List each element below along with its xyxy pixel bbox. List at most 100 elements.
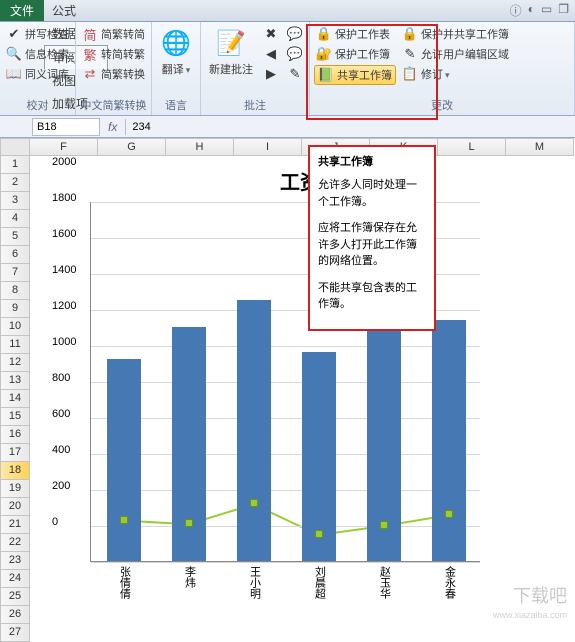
x-tick: 王小明 (243, 566, 263, 599)
col-header[interactable]: H (166, 138, 234, 156)
x-tick: 刘晨超 (308, 566, 328, 599)
line-marker (250, 499, 258, 507)
spellcheck-icon: ✔ (6, 26, 22, 42)
show-comment-button[interactable]: 💬 (285, 25, 305, 43)
row-header[interactable]: 23 (0, 552, 30, 570)
share-workbook-tooltip: 共享工作簿 允许多人同时处理一个工作簿。 应将工作簿保存在允许多人打开此工作簿的… (308, 145, 436, 331)
tooltip-title: 共享工作簿 (318, 153, 426, 169)
formula-input[interactable]: 234 (125, 119, 575, 135)
y-tick: 1600 (52, 228, 164, 240)
highlight-box (306, 24, 438, 120)
window-controls: ⓘ ◐ ▭ ❐ (510, 2, 575, 19)
col-header[interactable]: M (506, 138, 574, 156)
minimize-ribbon-icon[interactable]: ◐ (528, 2, 535, 19)
group-label: 语言 (156, 95, 196, 115)
row-header[interactable]: 24 (0, 570, 30, 588)
row-header[interactable]: 10 (0, 318, 30, 336)
row-header[interactable]: 5 (0, 228, 30, 246)
row-header[interactable]: 4 (0, 210, 30, 228)
row-header[interactable]: 21 (0, 516, 30, 534)
name-box[interactable]: B18 (32, 118, 100, 136)
column-headers: FGHIJKLM (30, 138, 574, 156)
tab-公式[interactable]: 公式 (44, 0, 108, 22)
delete-icon: ✖ (263, 26, 279, 42)
row-header[interactable]: 22 (0, 534, 30, 552)
new-comment-button[interactable]: 📝新建批注 (205, 25, 257, 95)
col-header[interactable]: F (30, 138, 98, 156)
convert-icon: 繁 (82, 46, 98, 62)
simp-to-trad-button[interactable]: 简简繁转简 (80, 25, 147, 43)
next-comment-button[interactable]: ▶ (261, 65, 281, 83)
ink-icon: ✎ (287, 66, 303, 82)
delete-comment-button[interactable]: ✖ (261, 25, 281, 43)
thesaurus-icon: 📖 (6, 66, 22, 82)
research-icon: 🔍 (6, 46, 22, 62)
convert-button[interactable]: ⇄简繁转换 (80, 65, 147, 83)
line-marker (445, 510, 453, 518)
show-icon: 💬 (287, 26, 303, 42)
row-header[interactable]: 8 (0, 282, 30, 300)
window-min-icon[interactable]: ▭ (541, 2, 552, 19)
row-header[interactable]: 15 (0, 408, 30, 426)
watermark-url: www.xiazaiba.com (493, 610, 567, 620)
x-tick: 张倩倩 (113, 566, 133, 599)
group-label: 校对 (4, 95, 71, 115)
col-header[interactable]: L (438, 138, 506, 156)
row-header[interactable]: 20 (0, 498, 30, 516)
show-ink-button[interactable]: ✎ (285, 65, 305, 83)
translate-icon: 🌐 (160, 27, 192, 59)
row-header[interactable]: 17 (0, 444, 30, 462)
col-header[interactable]: G (98, 138, 166, 156)
row-header[interactable]: 12 (0, 354, 30, 372)
group-chinese: 简简繁转简 繁转简转繁 ⇄简繁转换 中文简繁转换 (76, 22, 152, 115)
spellcheck-button[interactable]: ✔拼写检查 (4, 25, 71, 43)
col-header[interactable]: I (234, 138, 302, 156)
row-header[interactable]: 25 (0, 588, 30, 606)
row-header[interactable]: 6 (0, 246, 30, 264)
x-tick: 金永春 (438, 566, 458, 599)
help-icon[interactable]: ⓘ (510, 2, 522, 19)
y-tick: 200 (52, 480, 164, 492)
tooltip-text: 不能共享包含表的工作簿。 (318, 280, 426, 313)
row-header[interactable]: 2 (0, 174, 30, 192)
next-icon: ▶ (263, 66, 279, 82)
show-all-button[interactable]: 💬 (285, 45, 305, 63)
row-header[interactable]: 11 (0, 336, 30, 354)
formula-bar: B18 fx 234 (0, 116, 575, 138)
convert-icon: 简 (82, 26, 98, 42)
research-button[interactable]: 🔍信息检索 (4, 45, 71, 63)
row-header[interactable]: 19 (0, 480, 30, 498)
y-tick: 800 (52, 372, 164, 384)
row-header[interactable]: 13 (0, 372, 30, 390)
ribbon-tabs: 文件 经典菜单开始插入页面布局公式数据审阅视图加载项 ⓘ ◐ ▭ ❐ (0, 0, 575, 22)
y-tick: 2000 (52, 156, 164, 168)
y-tick: 1200 (52, 300, 164, 312)
file-tab[interactable]: 文件 (0, 0, 44, 21)
group-language: 🌐翻译 语言 (152, 22, 201, 115)
row-header[interactable]: 1 (0, 156, 30, 174)
thesaurus-button[interactable]: 📖同义词库 (4, 65, 71, 83)
group-proofing: ✔拼写检查 🔍信息检索 📖同义词库 校对 (0, 22, 76, 115)
window-restore-icon[interactable]: ❐ (558, 2, 569, 19)
group-label: 中文简繁转换 (80, 95, 147, 115)
tooltip-text: 允许多人同时处理一个工作簿。 (318, 177, 426, 210)
row-header[interactable]: 27 (0, 624, 30, 642)
fx-icon[interactable]: fx (100, 120, 125, 134)
select-all-corner[interactable] (0, 138, 30, 156)
row-header[interactable]: 14 (0, 390, 30, 408)
sheet-area: FGHIJKLM 1234567891011121314151617181920… (0, 138, 575, 638)
row-header[interactable]: 18 (0, 462, 30, 480)
row-header[interactable]: 9 (0, 300, 30, 318)
row-header[interactable]: 16 (0, 426, 30, 444)
trad-to-simp-button[interactable]: 繁转简转繁 (80, 45, 147, 63)
prev-comment-button[interactable]: ◀ (261, 45, 281, 63)
row-header[interactable]: 26 (0, 606, 30, 624)
bar (237, 300, 271, 561)
row-header[interactable]: 3 (0, 192, 30, 210)
convert-icon: ⇄ (82, 66, 98, 82)
row-header[interactable]: 7 (0, 264, 30, 282)
translate-button[interactable]: 🌐翻译 (156, 25, 196, 95)
line-marker (185, 519, 193, 527)
group-label: 批注 (205, 95, 305, 115)
show-all-icon: 💬 (287, 46, 303, 62)
